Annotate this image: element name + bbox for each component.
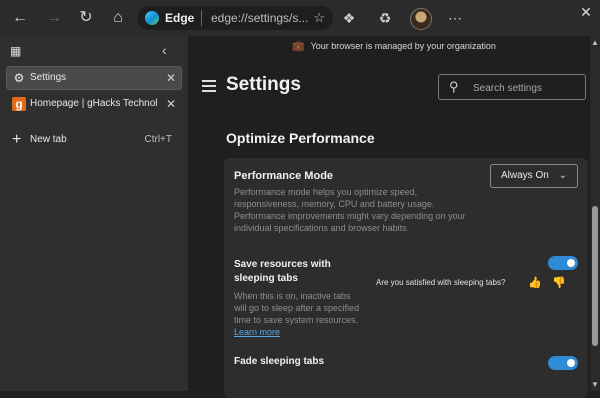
- new-tab-label: New tab: [30, 134, 67, 145]
- profile-avatar[interactable]: [410, 8, 432, 30]
- new-tab-button[interactable]: + New tab Ctrl+T: [6, 128, 182, 152]
- scroll-down-icon[interactable]: ▼: [591, 380, 599, 389]
- close-tab-icon[interactable]: ✕: [166, 92, 176, 116]
- sleeping-tabs-toggle[interactable]: [548, 256, 578, 270]
- address-divider: [201, 10, 202, 26]
- home-button[interactable]: ⌂: [108, 8, 128, 28]
- forward-button[interactable]: →: [44, 8, 64, 28]
- toggle-knob: [567, 359, 575, 367]
- browser-toolbar: ← → ↻ ⌂ Edge edge://settings/s... ☆ ❖ ♻ …: [0, 0, 600, 36]
- search-input[interactable]: [471, 78, 583, 98]
- chevron-down-icon: ⌄: [558, 170, 567, 181]
- new-tab-shortcut: Ctrl+T: [144, 134, 173, 145]
- settings-content: 💼 Your browser is managed by your organiz…: [188, 36, 600, 398]
- thumbs-up-icon[interactable]: 👍: [528, 276, 542, 290]
- performance-card: Performance Mode Performance mode helps …: [224, 158, 588, 398]
- feedback-question: Are you satisfied with sleeping tabs?: [376, 278, 506, 287]
- edge-logo-icon: [145, 11, 159, 25]
- toggle-knob: [567, 259, 575, 267]
- sleeping-tabs-description: When this is on, inactive tabs will go t…: [234, 290, 362, 338]
- tab-settings[interactable]: ⚙ Settings ✕: [6, 66, 182, 90]
- close-window-icon[interactable]: ✕: [574, 0, 598, 24]
- back-button[interactable]: ←: [10, 8, 30, 28]
- managed-banner-text: Your browser is managed by your organiza…: [310, 41, 496, 51]
- thumbs-down-icon[interactable]: 👎: [552, 276, 566, 290]
- search-box[interactable]: ⚲: [438, 74, 586, 100]
- hamburger-menu-icon[interactable]: [202, 80, 216, 92]
- vertical-tabs-sidebar: ▦ ‹ ⚙ Settings ✕ g Homepage | gHacks Tec…: [0, 36, 188, 391]
- ghacks-favicon-icon: g: [12, 97, 26, 111]
- plus-icon: +: [12, 131, 22, 148]
- learn-more-link[interactable]: Learn more: [234, 327, 280, 337]
- fade-sleeping-tabs-toggle[interactable]: [548, 356, 578, 370]
- scroll-up-icon[interactable]: ▲: [591, 38, 599, 47]
- edge-label: Edge: [165, 11, 195, 25]
- performance-mode-selected: Always On: [501, 170, 549, 181]
- performance-mode-title: Performance Mode: [234, 170, 334, 182]
- sleeping-tabs-description-text: When this is on, inactive tabs will go t…: [234, 291, 360, 325]
- managed-banner: 💼 Your browser is managed by your organiz…: [188, 36, 600, 56]
- tab-actions-menu-icon[interactable]: ▦: [10, 44, 24, 58]
- briefcase-icon: 💼: [292, 41, 305, 52]
- more-menu-icon[interactable]: ⋯: [444, 8, 466, 28]
- extensions-icon[interactable]: ❖: [338, 8, 360, 28]
- performance-mode-select[interactable]: Always On ⌄: [490, 164, 578, 188]
- section-title: Optimize Performance: [226, 130, 375, 146]
- sleeping-tabs-title: Save resources with sleeping tabs: [234, 259, 331, 284]
- collections-icon[interactable]: ♻: [374, 8, 396, 28]
- tab-ghacks[interactable]: g Homepage | gHacks Technology ✕: [6, 92, 182, 116]
- performance-mode-description: Performance mode helps you optimize spee…: [234, 187, 466, 233]
- address-url[interactable]: edge://settings/s...: [211, 6, 308, 30]
- fade-sleeping-tabs-title: Fade sleeping tabs: [234, 356, 325, 367]
- collapse-sidebar-icon[interactable]: ‹: [162, 42, 167, 58]
- tab-label: Homepage | gHacks Technology: [30, 98, 158, 109]
- favorites-add-icon[interactable]: ☆: [313, 6, 325, 30]
- refresh-button[interactable]: ↻: [76, 8, 96, 28]
- page-title: Settings: [226, 74, 301, 95]
- address-bar[interactable]: Edge edge://settings/s... ☆: [137, 6, 333, 30]
- close-tab-icon[interactable]: ✕: [166, 66, 176, 90]
- scrollbar[interactable]: ▲ ▼: [590, 36, 600, 391]
- tab-label: Settings: [30, 72, 67, 83]
- scrollbar-thumb[interactable]: [592, 206, 598, 346]
- search-icon: ⚲: [449, 79, 459, 94]
- gear-icon: ⚙: [13, 71, 25, 85]
